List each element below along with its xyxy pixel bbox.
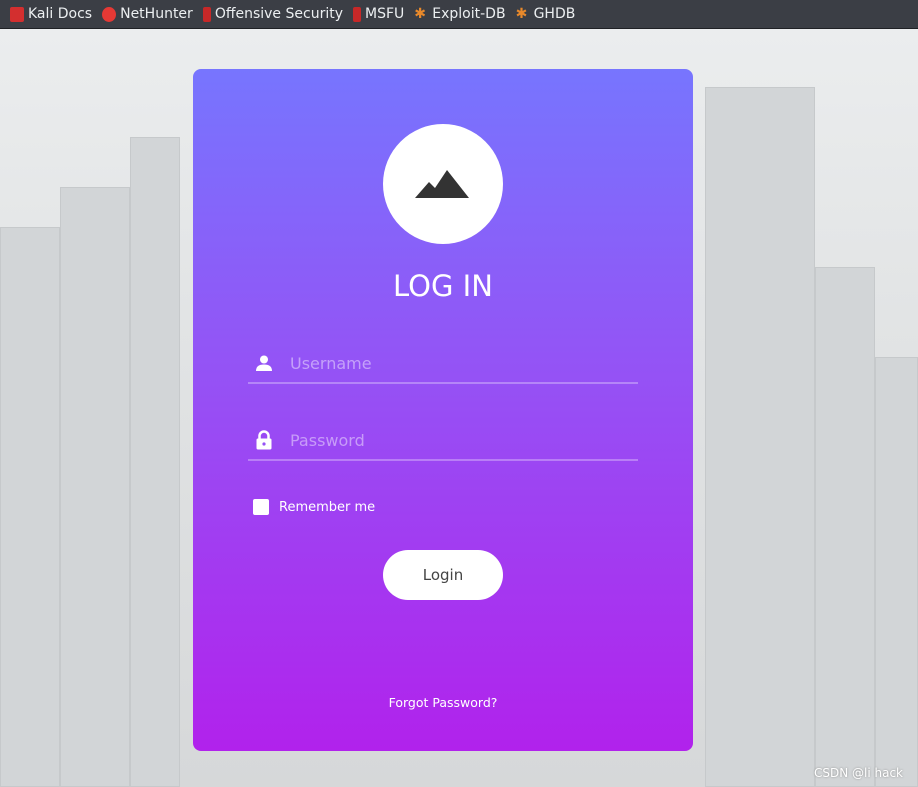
remember-me-checkbox[interactable] <box>253 499 269 515</box>
exploit-db-spider-icon: ✱ <box>414 5 426 22</box>
bookmark-offensive-security[interactable]: Offensive Security <box>202 6 343 22</box>
lock-icon <box>252 430 276 450</box>
login-button[interactable]: Login <box>383 550 503 600</box>
password-field <box>248 421 638 461</box>
mountain-icon <box>415 170 469 198</box>
page-title: LOG IN <box>393 269 493 303</box>
forgot-password-link[interactable]: Forgot Password? <box>193 695 693 710</box>
bookmarks-toolbar: Kali Docs NetHunter Offensive Security M… <box>0 0 918 29</box>
remember-me[interactable]: Remember me <box>253 499 375 515</box>
offsec-icon <box>353 6 361 22</box>
bookmark-exploit-db[interactable]: ✱ Exploit-DB <box>414 6 505 22</box>
offsec-icon <box>202 6 211 22</box>
password-input[interactable] <box>290 430 620 450</box>
username-input[interactable] <box>290 353 620 373</box>
bookmark-nethunter[interactable]: NetHunter <box>102 6 193 22</box>
bookmark-ghdb[interactable]: ✱ GHDB <box>516 6 576 22</box>
remember-me-label: Remember me <box>279 499 376 515</box>
logo <box>383 124 503 244</box>
nethunter-icon <box>102 6 117 22</box>
username-field <box>248 344 638 384</box>
kali-docs-icon <box>10 6 24 22</box>
exploit-db-spider-icon: ✱ <box>515 5 528 22</box>
watermark: CSDN @li hack <box>813 766 903 780</box>
user-icon <box>252 355 276 371</box>
login-card: LOG IN Remember me Login Forgot Password… <box>193 69 693 751</box>
bookmark-msfu[interactable]: MSFU <box>353 6 404 22</box>
bookmark-kali-docs[interactable]: Kali Docs <box>10 6 92 22</box>
